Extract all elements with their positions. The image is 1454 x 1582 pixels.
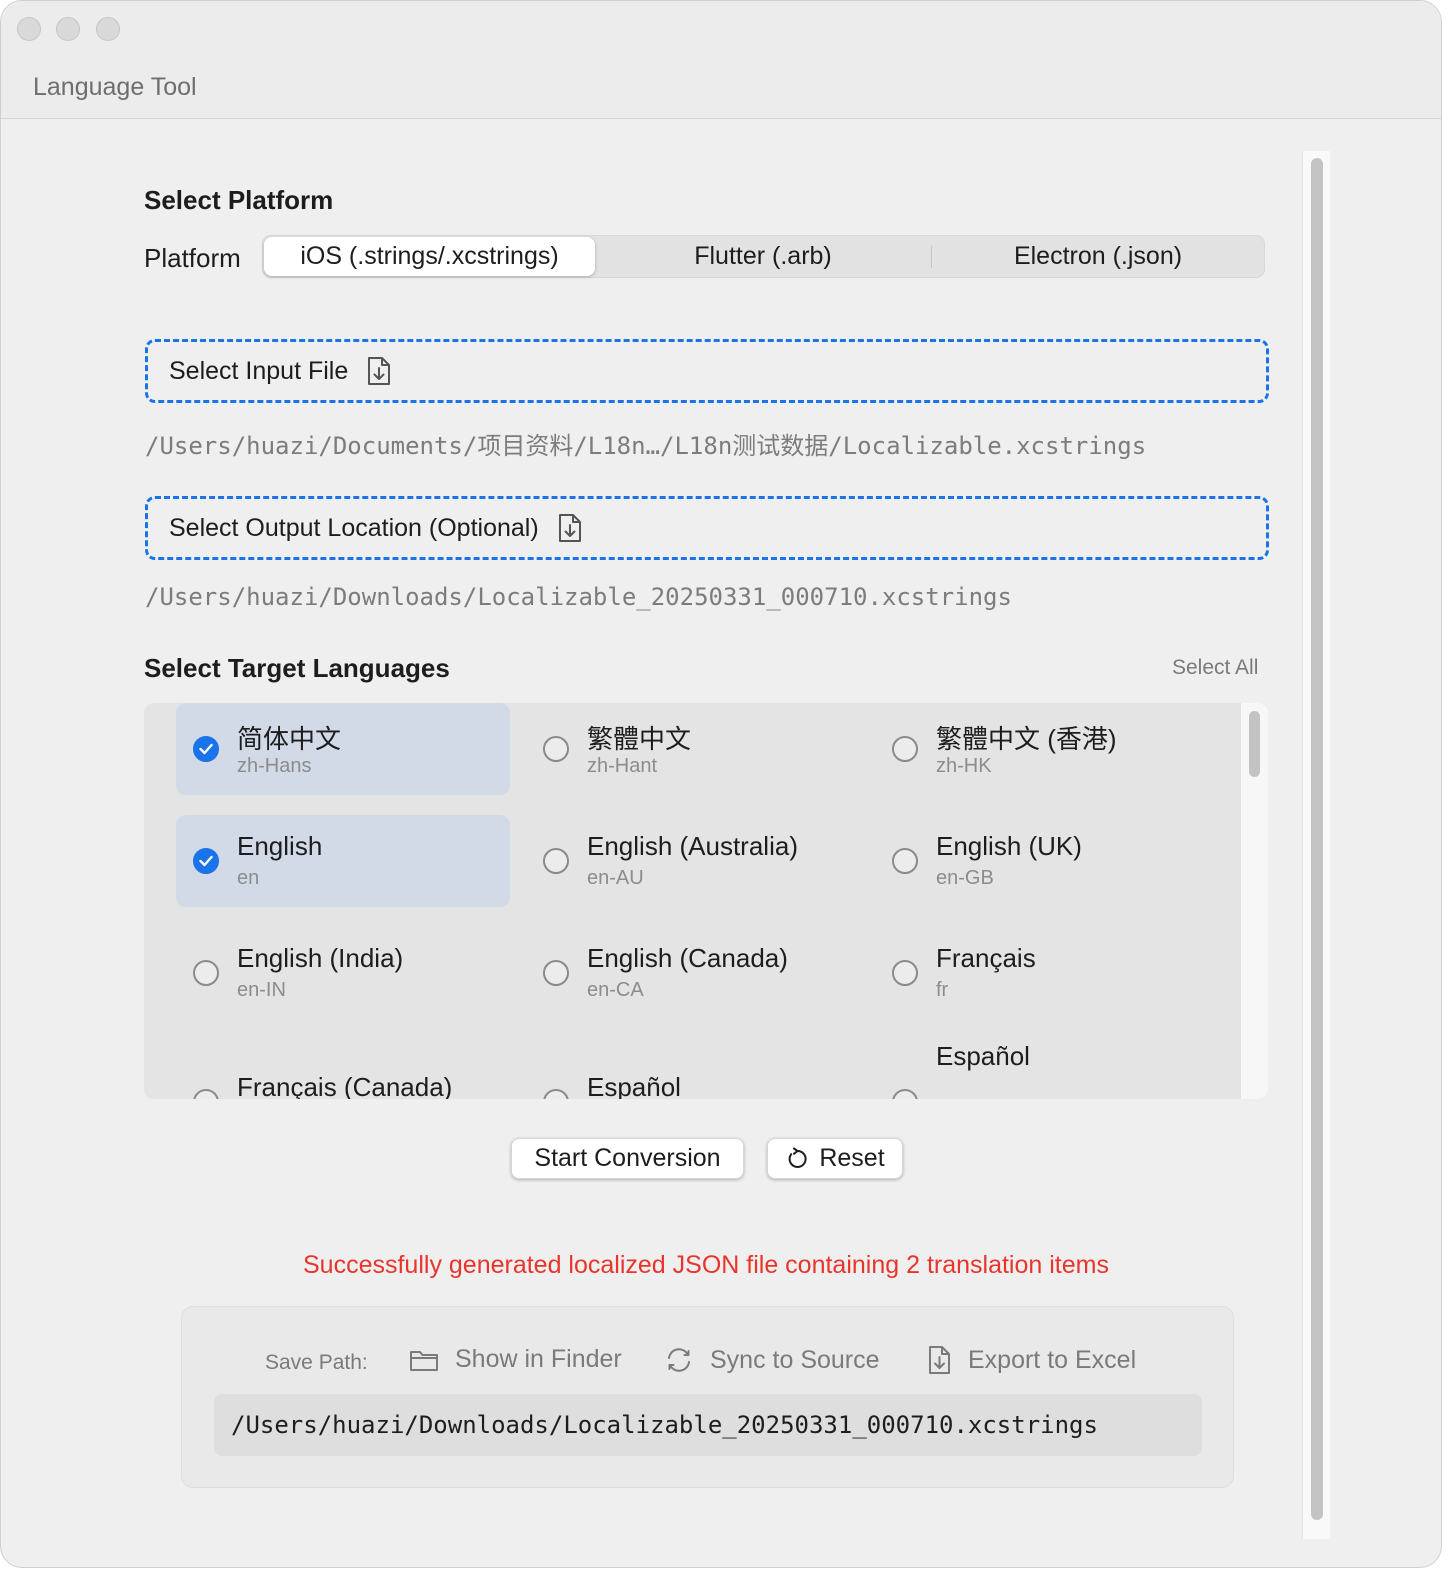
export-to-excel-label: Export to Excel: [968, 1345, 1137, 1374]
radio-icon[interactable]: [892, 736, 918, 762]
language-option[interactable]: Español: [875, 1041, 1209, 1099]
language-option[interactable]: English (UK) en-GB: [875, 815, 1209, 907]
show-in-finder-button[interactable]: Show in Finder: [409, 1345, 622, 1374]
language-name: Español: [587, 1072, 681, 1099]
language-name: Français (Canada): [237, 1072, 453, 1099]
language-option[interactable]: 简体中文 zh-Hans: [176, 703, 510, 795]
platform-option-flutter[interactable]: Flutter (.arb): [596, 236, 930, 277]
start-conversion-button[interactable]: Start Conversion: [511, 1138, 744, 1179]
languages-section-title: Select Target Languages: [144, 653, 450, 683]
title-bar: Language Tool: [1, 1, 1441, 119]
radio-icon[interactable]: [892, 848, 918, 874]
file-download-icon: [558, 514, 581, 542]
radio-icon[interactable]: [193, 1089, 219, 1099]
file-download-icon: [368, 357, 391, 385]
saved-path-field: /Users/huazi/Downloads/Localizable_20250…: [214, 1394, 1202, 1456]
app-window: Language Tool Select Platform Platform i…: [0, 0, 1442, 1568]
language-code: en-CA: [587, 979, 644, 1001]
language-code: en-AU: [587, 867, 644, 889]
main-scrollbar[interactable]: [1302, 151, 1330, 1539]
platform-option-electron[interactable]: Electron (.json): [932, 236, 1264, 277]
result-panel: Save Path: Show in Finder Sync to Source: [181, 1306, 1234, 1488]
start-conversion-label: Start Conversion: [534, 1144, 721, 1172]
language-list: 简体中文 zh-Hans 繁體中文 zh-Hant 繁體中文 (香港) zh-HK Engl…: [144, 703, 1268, 1099]
input-file-path: /Users/huazi/Documents/项目资料/L18n…/L18n测试…: [145, 432, 1147, 460]
platform-option-ios[interactable]: iOS (.strings/.xcstrings): [264, 237, 595, 276]
checked-radio-icon[interactable]: [193, 848, 219, 874]
language-option[interactable]: Français fr: [875, 927, 1209, 1019]
language-name: English (India): [237, 943, 404, 973]
radio-icon[interactable]: [543, 848, 569, 874]
language-code: en-IN: [237, 979, 286, 1001]
select-output-location-label: Select Output Location (Optional): [169, 513, 539, 542]
radio-icon[interactable]: [543, 960, 569, 986]
language-option[interactable]: English (Australia) en-AU: [526, 815, 860, 907]
platform-segmented-control: iOS (.strings/.xcstrings) Flutter (.arb)…: [262, 235, 1265, 278]
select-output-location-button[interactable]: Select Output Location (Optional): [145, 496, 1269, 560]
language-name: Español: [936, 1041, 1030, 1071]
language-name: 繁體中文 (香港): [936, 724, 1117, 754]
language-code: zh-Hant: [587, 755, 658, 777]
reset-icon: [788, 1147, 807, 1168]
language-code: zh-HK: [936, 755, 992, 777]
platform-section-title: Select Platform: [144, 185, 334, 215]
language-option[interactable]: Français (Canada): [176, 1056, 510, 1099]
language-name: English (Australia): [587, 831, 798, 861]
language-code: zh-Hans: [237, 755, 312, 777]
language-code: en: [237, 867, 260, 889]
sync-to-source-label: Sync to Source: [710, 1345, 880, 1374]
show-in-finder-label: Show in Finder: [455, 1345, 622, 1373]
radio-icon[interactable]: [193, 960, 219, 986]
radio-icon[interactable]: [543, 736, 569, 762]
radio-icon[interactable]: [892, 960, 918, 986]
reset-button[interactable]: Reset: [767, 1138, 903, 1179]
platform-label: Platform: [144, 243, 241, 273]
language-option[interactable]: English (India) en-IN: [176, 927, 510, 1019]
language-option[interactable]: 繁體中文 zh-Hant: [526, 703, 860, 795]
export-to-excel-button[interactable]: Export to Excel: [928, 1345, 1136, 1375]
language-name: English (UK): [936, 831, 1082, 861]
radio-icon[interactable]: [543, 1089, 569, 1099]
main-scroll-thumb[interactable]: [1311, 158, 1323, 1520]
radio-icon[interactable]: [892, 1089, 918, 1099]
close-window-button[interactable]: [17, 17, 41, 41]
minimize-window-button[interactable]: [56, 17, 80, 41]
reset-label: Reset: [819, 1144, 885, 1172]
save-path-label: Save Path:: [265, 1351, 368, 1374]
sync-to-source-button[interactable]: Sync to Source: [664, 1345, 880, 1375]
language-option[interactable]: 繁體中文 (香港) zh-HK: [875, 703, 1209, 795]
folder-icon: [410, 1350, 438, 1371]
language-list-scroll-thumb[interactable]: [1249, 711, 1260, 777]
language-option[interactable]: Español: [526, 1056, 860, 1099]
window-title: Language Tool: [33, 73, 197, 101]
sync-icon: [668, 1348, 690, 1372]
language-name: 繁體中文: [587, 724, 692, 754]
language-option[interactable]: English (Canada) en-CA: [526, 927, 860, 1019]
checked-radio-icon[interactable]: [193, 736, 219, 762]
language-option[interactable]: English en: [176, 815, 510, 907]
export-file-icon: [929, 1346, 950, 1374]
language-name: Français: [936, 943, 1036, 973]
language-name: 简体中文: [237, 724, 342, 754]
language-name: English (Canada): [587, 943, 788, 973]
success-message: Successfully generated localized JSON fi…: [303, 1251, 1109, 1279]
language-name: English: [237, 831, 323, 861]
language-code: en-GB: [936, 867, 994, 889]
select-input-file-button[interactable]: Select Input File: [145, 339, 1269, 403]
zoom-window-button[interactable]: [96, 17, 120, 41]
language-list-scrollbar[interactable]: [1240, 703, 1268, 1099]
select-input-file-label: Select Input File: [169, 356, 349, 385]
select-all-button[interactable]: Select All: [1172, 656, 1258, 680]
output-location-path: /Users/huazi/Downloads/Localizable_20250…: [145, 583, 1012, 611]
language-code: fr: [936, 979, 949, 1001]
